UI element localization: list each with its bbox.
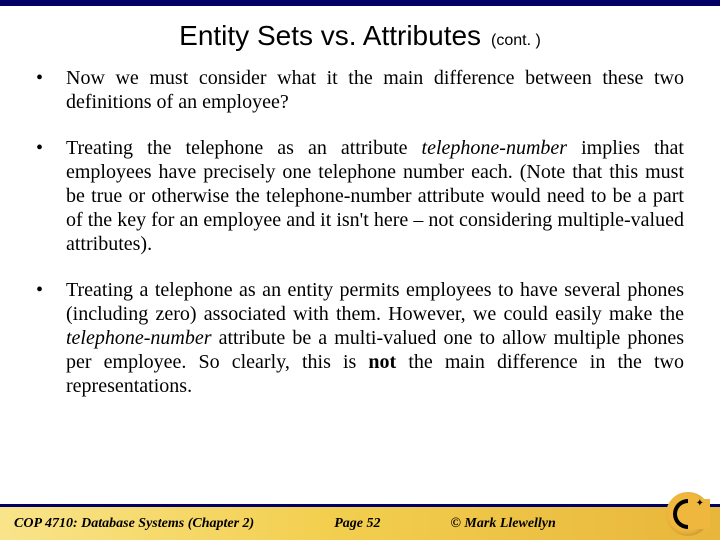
italic-term: telephone-number [422, 137, 568, 159]
footer-copyright: © Mark Llewellyn [450, 516, 555, 532]
title-main: Entity Sets vs. Attributes [179, 20, 481, 51]
bullet-marker: • [36, 136, 66, 160]
slide-title: Entity Sets vs. Attributes (cont. ) [0, 6, 720, 60]
bold-term: not [368, 351, 396, 373]
bullet-item: • Treating a telephone as an entity perm… [36, 278, 684, 398]
footer-course: COP 4710: Database Systems (Chapter 2) [14, 516, 254, 532]
slide-content: • Now we must consider what it the main … [0, 60, 720, 398]
bullet-marker: • [36, 66, 66, 90]
title-continuation: (cont. ) [491, 32, 541, 49]
bullet-text: Now we must consider what it the main di… [66, 66, 684, 114]
bullet-item: • Treating the telephone as an attribute… [36, 136, 684, 256]
ucf-logo-icon: ✦ [666, 492, 710, 536]
footer-page: Page 52 [334, 516, 380, 532]
bullet-text: Treating the telephone as an attribute t… [66, 136, 684, 256]
bullet-item: • Now we must consider what it the main … [36, 66, 684, 114]
bullet-marker: • [36, 278, 66, 302]
slide-footer: COP 4710: Database Systems (Chapter 2) P… [0, 504, 720, 540]
italic-term: telephone-number [66, 327, 212, 349]
bullet-text: Treating a telephone as an entity permit… [66, 278, 684, 398]
